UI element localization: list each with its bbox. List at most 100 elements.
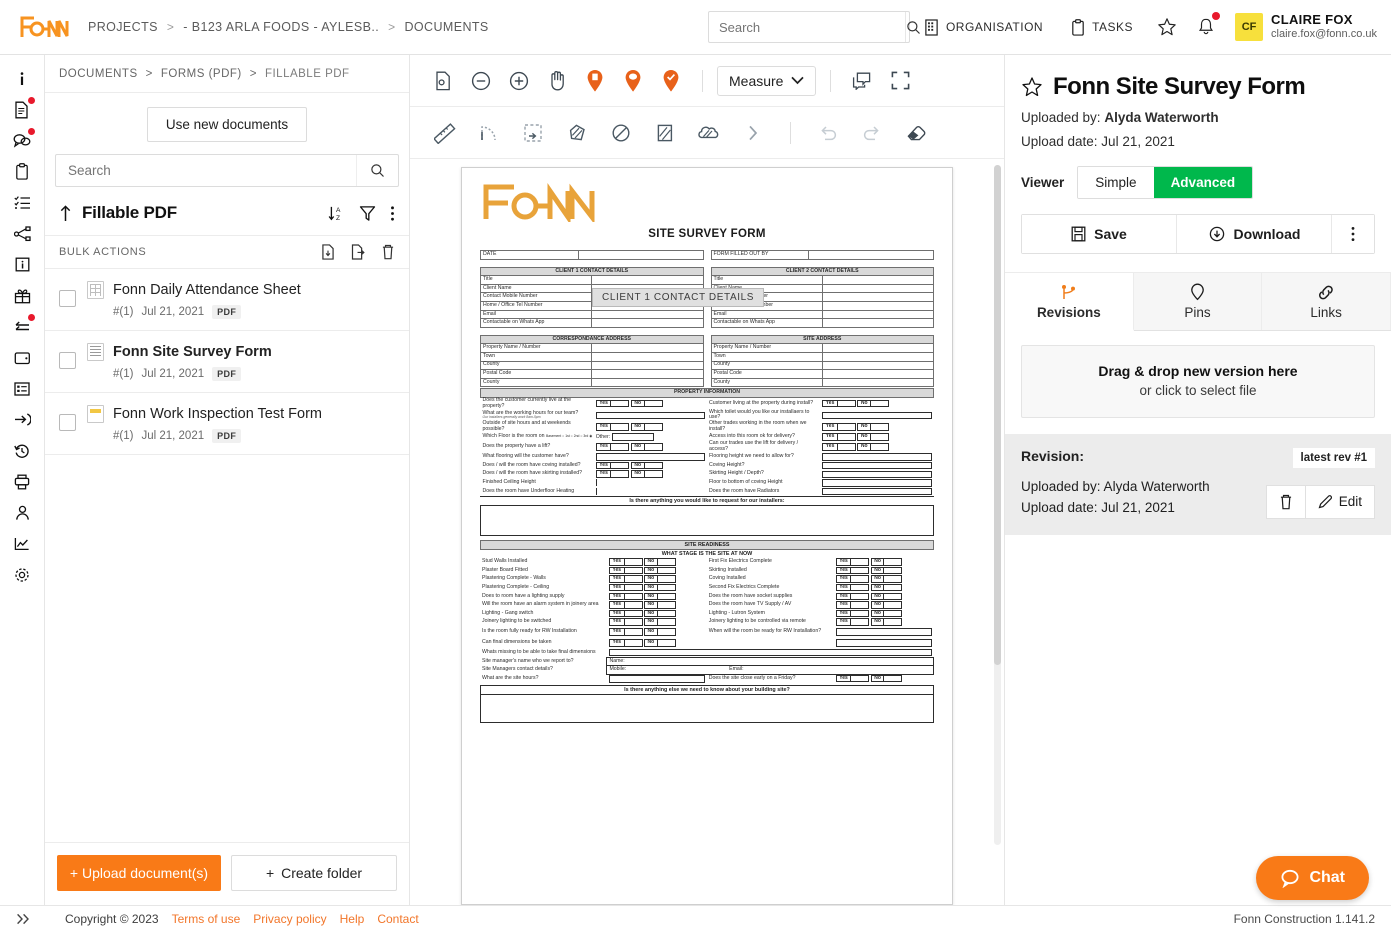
yes-no-group[interactable]: No xyxy=(857,433,889,441)
no-field[interactable] xyxy=(884,675,902,682)
yes-no-group[interactable]: No xyxy=(857,423,889,431)
no-field[interactable] xyxy=(884,584,902,591)
text-field[interactable] xyxy=(822,453,932,461)
pdf-page[interactable]: SITE SURVEY FORM DATE FORM FILLED OUT BY xyxy=(461,167,953,905)
no-field[interactable] xyxy=(884,602,902,608)
yes-field[interactable] xyxy=(837,434,855,440)
yes-no-group[interactable]: Yes xyxy=(608,601,643,609)
favourite-star-icon[interactable] xyxy=(1021,76,1043,98)
stage-right-control[interactable]: Yes No xyxy=(834,618,934,627)
yes-no-group[interactable]: No xyxy=(644,618,676,626)
tab-links[interactable]: Links xyxy=(1262,273,1391,330)
address-row-value[interactable] xyxy=(821,369,935,379)
sort-az-button[interactable]: A Z xyxy=(328,205,345,222)
no-field[interactable] xyxy=(871,444,888,450)
property-left-control[interactable]: Yes No xyxy=(594,441,707,452)
yes-no-group[interactable]: No xyxy=(630,423,663,431)
no-field[interactable] xyxy=(657,619,675,625)
yes-no-group[interactable]: No xyxy=(630,470,663,478)
no-field[interactable] xyxy=(871,400,888,407)
brand-logo[interactable] xyxy=(0,14,88,40)
list-item[interactable]: Fonn Daily Attendance Sheet #(1) Jul 21,… xyxy=(45,269,409,331)
yes-field[interactable] xyxy=(624,559,642,565)
yes-no-group[interactable]: No xyxy=(870,584,903,592)
fullscreen-button[interactable] xyxy=(883,64,917,98)
zoom-out-button[interactable] xyxy=(464,64,498,98)
yes-field[interactable] xyxy=(837,400,855,407)
yes-no-group[interactable]: No xyxy=(644,584,676,592)
yes-field[interactable] xyxy=(851,675,869,682)
yes-no-group[interactable]: Yes xyxy=(835,618,870,626)
request-textarea[interactable] xyxy=(480,505,934,536)
no-field[interactable] xyxy=(644,462,662,469)
property-right-control[interactable] xyxy=(820,470,933,479)
yes-field[interactable] xyxy=(837,444,855,450)
contact-row-value[interactable] xyxy=(591,318,704,328)
zoom-in-button[interactable] xyxy=(502,64,536,98)
stage-right-control[interactable]: Yes No xyxy=(834,575,934,584)
pdf-canvas-area[interactable]: SITE SURVEY FORM DATE FORM FILLED OUT BY xyxy=(410,159,1004,905)
address-row-value[interactable] xyxy=(821,360,935,371)
row-checkbox[interactable] xyxy=(59,352,76,369)
address-row-value[interactable] xyxy=(591,351,704,362)
yes-field[interactable] xyxy=(624,593,642,599)
stage-right-control[interactable]: Yes No xyxy=(834,674,934,683)
yes-no-group[interactable]: No xyxy=(630,443,663,451)
rail-item-documents[interactable] xyxy=(0,94,45,125)
text-field[interactable] xyxy=(608,675,705,683)
stage-left-control[interactable]: Yes No xyxy=(607,558,707,567)
yes-no-group[interactable]: No xyxy=(857,443,889,451)
yes-no-group[interactable]: No xyxy=(630,400,663,408)
property-left-control[interactable]: Yes No xyxy=(594,397,707,409)
radio-icon[interactable]: ○ xyxy=(571,434,573,438)
sub-breadcrumb-forms[interactable]: FORMS (PDF) xyxy=(161,68,242,80)
rail-item-settings[interactable] xyxy=(0,559,45,590)
no-field[interactable] xyxy=(871,434,888,440)
chat-widget-button[interactable]: Chat xyxy=(1256,856,1369,900)
rail-item-history[interactable] xyxy=(0,435,45,466)
property-right-control[interactable] xyxy=(820,487,933,496)
yes-field[interactable] xyxy=(851,584,869,591)
expand-sidebar-button[interactable] xyxy=(0,913,45,925)
property-left-control[interactable]: Yes No xyxy=(594,470,707,479)
rail-item-checklists[interactable] xyxy=(0,187,45,218)
no-field[interactable] xyxy=(644,471,662,477)
rail-item-tasks[interactable] xyxy=(0,156,45,187)
no-field[interactable] xyxy=(884,619,902,625)
pin-task-button[interactable] xyxy=(654,64,688,98)
yes-field[interactable] xyxy=(851,610,869,617)
yes-field[interactable] xyxy=(611,424,629,430)
yes-no-group[interactable]: Yes xyxy=(608,558,643,566)
site-manager-contact-field[interactable]: Mobile: Email: xyxy=(606,665,934,675)
contact-row-value[interactable] xyxy=(821,300,935,311)
no-field[interactable] xyxy=(884,559,902,565)
stage-right-control[interactable]: Yes No xyxy=(834,584,934,593)
no-field[interactable] xyxy=(657,559,675,565)
yes-no-group[interactable]: No xyxy=(644,628,676,636)
yes-no-group[interactable]: No xyxy=(630,462,663,470)
address-row-value[interactable] xyxy=(591,369,704,379)
contact-row-value[interactable] xyxy=(591,275,704,285)
yes-no-group[interactable]: Yes xyxy=(835,584,870,592)
yes-field[interactable] xyxy=(851,559,869,565)
filled-by-value[interactable] xyxy=(808,250,934,260)
property-left-control[interactable] xyxy=(594,453,707,462)
rail-item-analytics[interactable] xyxy=(0,528,45,559)
tab-revisions[interactable]: Revisions xyxy=(1005,273,1134,331)
rail-item-print[interactable] xyxy=(0,466,45,497)
yes-field[interactable] xyxy=(851,567,869,574)
stage-left-control[interactable]: Yes No xyxy=(607,601,707,610)
radio-icon-selected[interactable]: ◉ xyxy=(589,434,592,438)
floor-option-2nd[interactable]: 2nd xyxy=(574,434,580,438)
yes-no-group[interactable]: No xyxy=(870,593,903,600)
save-button[interactable]: Save xyxy=(1022,215,1177,253)
yes-no-group[interactable]: No xyxy=(870,601,903,609)
no-field[interactable] xyxy=(657,567,675,574)
document-search[interactable] xyxy=(55,154,399,187)
yes-no-group[interactable]: Yes xyxy=(608,575,643,583)
no-field[interactable] xyxy=(644,424,662,430)
yes-field[interactable] xyxy=(851,619,869,625)
stage-right-control[interactable]: Yes No xyxy=(834,558,934,567)
contact-row-value[interactable] xyxy=(821,318,935,328)
no-field[interactable] xyxy=(884,567,902,574)
